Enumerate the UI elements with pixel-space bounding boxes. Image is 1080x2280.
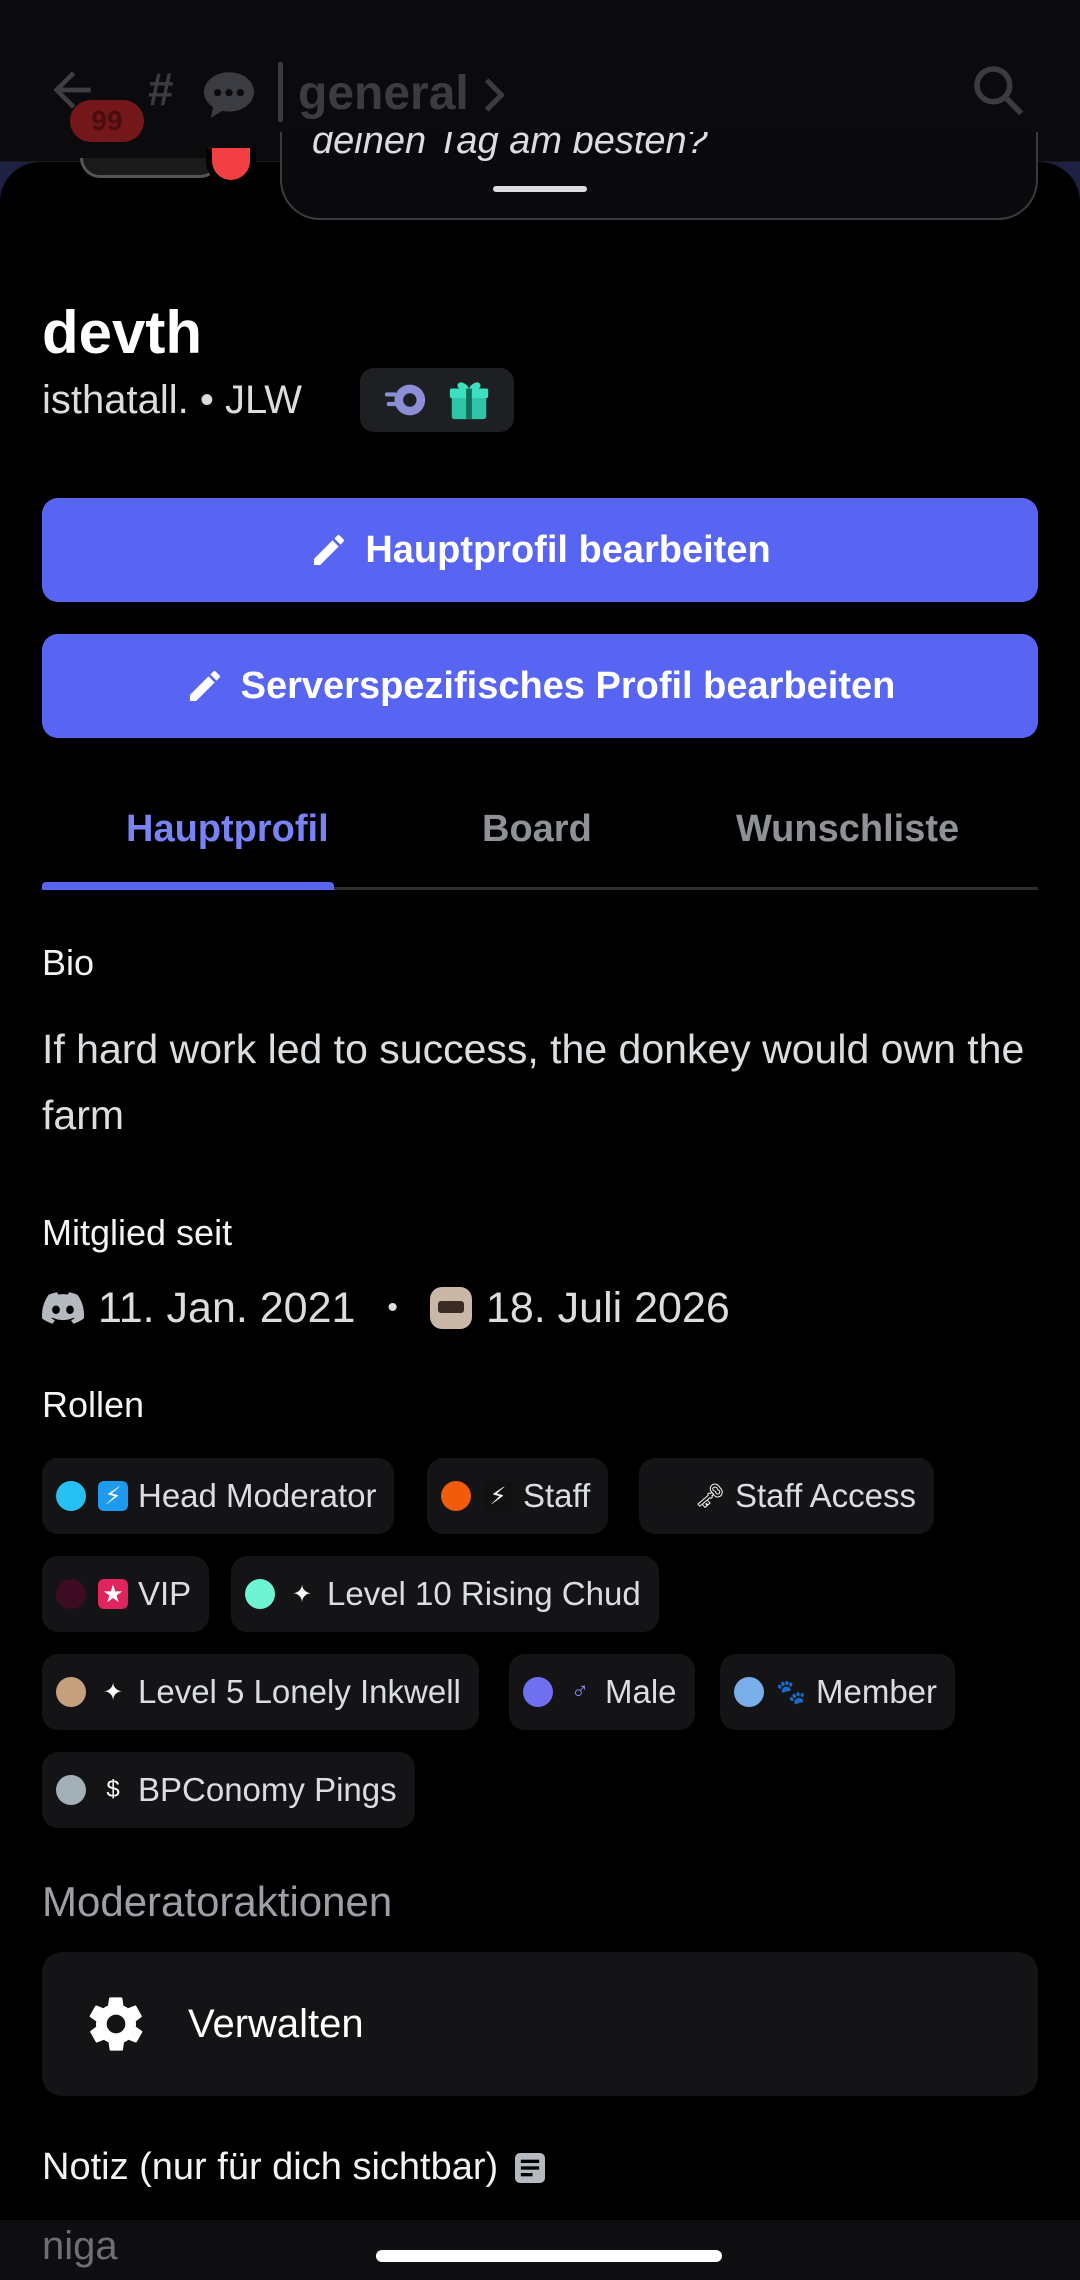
- role-chip[interactable]: ⚡ Staff: [427, 1458, 609, 1534]
- role-color-dot: [56, 1481, 86, 1511]
- custom-status-bubble: deinen Tag am besten?: [280, 132, 1038, 220]
- note-value: niga: [42, 2224, 118, 2268]
- gear-icon: [89, 1997, 143, 2051]
- role-name: BPConomy Pings: [138, 1771, 397, 1808]
- lightning-badge-icon: ⚡: [98, 1481, 128, 1511]
- chevron-right-icon: [484, 78, 504, 112]
- profile-badges: [360, 368, 514, 432]
- note-title: Notiz (nur für dich sichtbar): [42, 2146, 499, 2188]
- role-name: Level 5 Lonely Inkwell: [138, 1673, 461, 1710]
- role-name: Head Moderator: [138, 1477, 377, 1514]
- role-chip[interactable]: ♂ Male: [509, 1654, 695, 1730]
- edit-server-profile-button[interactable]: Serverspezifisches Profil bearbeiten: [42, 634, 1038, 738]
- edit-main-profile-button[interactable]: Hauptprofil bearbeiten: [42, 498, 1038, 602]
- server-icon: [429, 1287, 472, 1329]
- profile-tabs: Hauptprofil Board Wunschliste: [42, 790, 1038, 890]
- role-chip[interactable]: 🗝 Staff Access: [639, 1458, 934, 1534]
- role-chip[interactable]: ✦ Level 10 Rising Chud: [231, 1556, 659, 1632]
- role-chip[interactable]: ★ VIP: [42, 1556, 210, 1632]
- pencil-icon: [189, 671, 220, 701]
- role-color-dot: [56, 1579, 86, 1609]
- discord-logo-icon: [42, 1292, 84, 1324]
- tab-hauptprofil[interactable]: Hauptprofil: [126, 808, 329, 851]
- star-badge-icon: ★: [98, 1579, 128, 1609]
- role-name: Level 10 Rising Chud: [327, 1575, 641, 1612]
- paw-icon: 🐾: [776, 1678, 806, 1706]
- role-color-dot: [734, 1677, 764, 1707]
- lightning-icon: ⚡: [483, 1481, 513, 1511]
- dollar-icon: $: [106, 1776, 120, 1803]
- avatar[interactable]: [80, 158, 220, 178]
- custom-status-text: deinen Tag am besten?: [312, 132, 708, 162]
- role-name: Member: [816, 1673, 938, 1710]
- moderator-actions-title: Moderatoraktionen: [42, 1878, 393, 1925]
- role-name: VIP: [138, 1575, 192, 1612]
- nitro-badge-icon[interactable]: [383, 377, 429, 423]
- sparkle-icon: ✦: [291, 1580, 313, 1608]
- discord-joined-date: 11. Jan. 2021: [98, 1283, 356, 1332]
- display-name: devth: [42, 299, 203, 366]
- role-name: Staff Access: [735, 1477, 916, 1514]
- role-color-dot: [56, 1775, 86, 1805]
- male-symbol-icon: ♂: [571, 1678, 589, 1705]
- sparkle-icon: ✦: [102, 1678, 124, 1706]
- unread-badge: 99: [70, 100, 144, 142]
- gift-badge-icon[interactable]: [446, 377, 492, 423]
- speech-bubble-icon: [204, 72, 254, 118]
- role-chip[interactable]: 🐾 Member: [720, 1654, 956, 1730]
- tab-board[interactable]: Board: [482, 808, 592, 851]
- member-since-row: 11. Jan. 2021 • 18. Juli 2026: [42, 1280, 730, 1336]
- channel-divider: [278, 62, 283, 122]
- text-cursor-underline: [493, 186, 587, 192]
- role-name: Staff: [523, 1477, 591, 1514]
- role-chip[interactable]: ✦ Level 5 Lonely Inkwell: [42, 1654, 479, 1730]
- channel-name[interactable]: general: [298, 66, 469, 121]
- tab-wunschliste[interactable]: Wunschliste: [736, 808, 959, 851]
- role-color-dot: [653, 1481, 683, 1511]
- pencil-icon: [314, 535, 345, 565]
- note-title-row: Notiz (nur für dich sichtbar): [42, 2146, 550, 2189]
- key-icon: 🗝: [694, 1482, 726, 1510]
- role-chip[interactable]: $ BPConomy Pings: [42, 1752, 415, 1828]
- date-separator: •: [387, 1291, 398, 1324]
- edit-server-profile-label: Serverspezifisches Profil bearbeiten: [240, 664, 896, 707]
- search-icon[interactable]: [970, 62, 1026, 118]
- note-icon: [515, 2152, 546, 2183]
- roles-label: Rollen: [42, 1384, 145, 1425]
- role-color-dot: [56, 1677, 86, 1707]
- role-color-dot: [523, 1677, 553, 1707]
- username-line: isthatall. • JLW: [42, 378, 302, 422]
- member-since-label: Mitglied seit: [42, 1212, 233, 1253]
- bio-text: If hard work led to success, the donkey …: [42, 1026, 1025, 1138]
- edit-main-profile-label: Hauptprofil bearbeiten: [365, 528, 771, 571]
- home-indicator[interactable]: [376, 2250, 722, 2262]
- manage-label: Verwalten: [188, 2001, 364, 2046]
- manage-button[interactable]: Verwalten: [42, 1952, 1038, 2096]
- role-color-dot: [441, 1481, 471, 1511]
- role-name: Male: [605, 1673, 677, 1710]
- role-chip[interactable]: ⚡ Head Moderator: [42, 1458, 395, 1534]
- profile-screen: 99 # general deinen Tag am besten? devth…: [0, 0, 1080, 2280]
- bio-label: Bio: [42, 942, 95, 983]
- server-joined-date: 18. Juli 2026: [485, 1283, 730, 1332]
- active-tab-indicator: [42, 882, 334, 890]
- channel-hash-icon: #: [148, 63, 174, 115]
- role-color-dot: [245, 1579, 275, 1609]
